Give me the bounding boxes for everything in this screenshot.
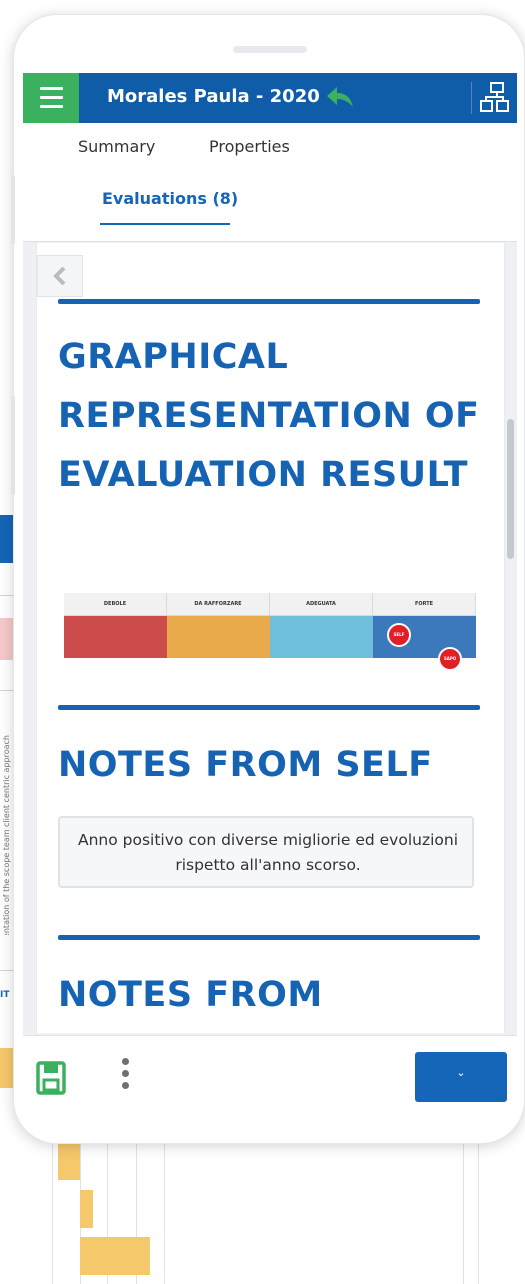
chart-marker: SELF xyxy=(387,623,411,647)
tab-evaluations[interactable]: Evaluations (8) xyxy=(102,189,238,208)
self-notes-box: Anno positivo con diverse migliorie ed e… xyxy=(58,816,474,888)
next-notes-title: NOTES FROM xyxy=(58,975,323,1015)
chart-category-bar xyxy=(167,616,270,658)
tab-bar: Summary Properties Evaluations (8) xyxy=(23,123,517,242)
section-divider xyxy=(58,935,480,940)
chart-category-bar: SELF SAPO xyxy=(373,616,476,671)
app-header: Morales Paula - 2020 xyxy=(23,73,517,123)
hamburger-menu-icon xyxy=(40,87,63,114)
background-divider xyxy=(0,690,14,691)
section-divider xyxy=(58,705,480,710)
chart-category-label: DEBOLE xyxy=(64,593,167,615)
chart-marker: SAPO xyxy=(438,647,462,671)
vertical-ellipsis-icon[interactable] xyxy=(117,1058,133,1098)
phone-side-button xyxy=(11,175,15,245)
background-gridline xyxy=(463,1140,464,1284)
tab-properties[interactable]: Properties xyxy=(209,137,290,156)
background-gantt-bar xyxy=(80,1190,93,1228)
background-divider xyxy=(0,595,14,596)
chart-category-label: ADEGUATA xyxy=(270,593,373,615)
page-title: Morales Paula - 2020 xyxy=(107,86,320,107)
scrollbar[interactable] xyxy=(507,419,514,559)
menu-button[interactable] xyxy=(23,73,79,123)
chart-category-labels: DEBOLE DA RAFFORZARE ADEGUATA FORTE xyxy=(64,593,476,616)
background-vertical-text: client orientation of the scope team cli… xyxy=(2,735,11,935)
back-button[interactable] xyxy=(37,255,83,297)
background-blue-block xyxy=(0,515,14,563)
chevron-down-icon: ⌄ xyxy=(456,1066,466,1079)
app-screen: Morales Paula - 2020 Summary Properties … xyxy=(23,73,517,1111)
background-gantt-bar xyxy=(0,1048,13,1088)
background-pink-block xyxy=(0,618,14,660)
self-notes-text: Anno positivo con diverse migliorie ed e… xyxy=(77,831,458,874)
header-divider xyxy=(471,82,472,114)
background-gridline xyxy=(164,1140,165,1284)
background-gridline xyxy=(52,1140,53,1284)
evaluation-result-chart: DEBOLE DA RAFFORZARE ADEGUATA FORTE SELF SAP… xyxy=(64,593,476,671)
bottom-toolbar: ⌄ xyxy=(23,1035,517,1111)
chart-category-bar xyxy=(64,616,167,658)
tab-summary[interactable]: Summary xyxy=(78,137,155,156)
section-divider xyxy=(58,299,480,304)
phone-speaker xyxy=(233,46,307,53)
graph-section-title: GRAPHICAL REPRESENTATION OF EVALUATION R… xyxy=(58,337,480,495)
actions-dropdown-button[interactable]: ⌄ xyxy=(415,1052,507,1102)
background-gridline xyxy=(478,1140,479,1284)
floppy-disk-icon[interactable] xyxy=(35,1060,67,1096)
active-tab-indicator xyxy=(100,223,230,225)
chart-category-label: DA RAFFORZARE xyxy=(167,593,270,615)
phone-side-button xyxy=(11,395,15,495)
background-gantt-bar xyxy=(80,1237,150,1275)
background-gantt-bar xyxy=(58,1142,80,1180)
evaluation-content: GRAPHICAL REPRESENTATION OF EVALUATION R… xyxy=(36,243,505,1033)
self-notes-title: NOTES FROM SELF xyxy=(58,745,433,785)
background-side-label: IT xyxy=(0,990,10,1000)
background-divider xyxy=(0,970,14,971)
chart-category-bar xyxy=(270,616,373,658)
chart-bars: SELF SAPO xyxy=(64,616,476,671)
chevron-left-icon xyxy=(53,266,66,286)
org-chart-icon[interactable] xyxy=(479,81,511,115)
phone-frame: Morales Paula - 2020 Summary Properties … xyxy=(11,14,525,1144)
reply-arrow-icon[interactable] xyxy=(325,83,355,111)
chart-category-label: FORTE xyxy=(373,593,476,615)
